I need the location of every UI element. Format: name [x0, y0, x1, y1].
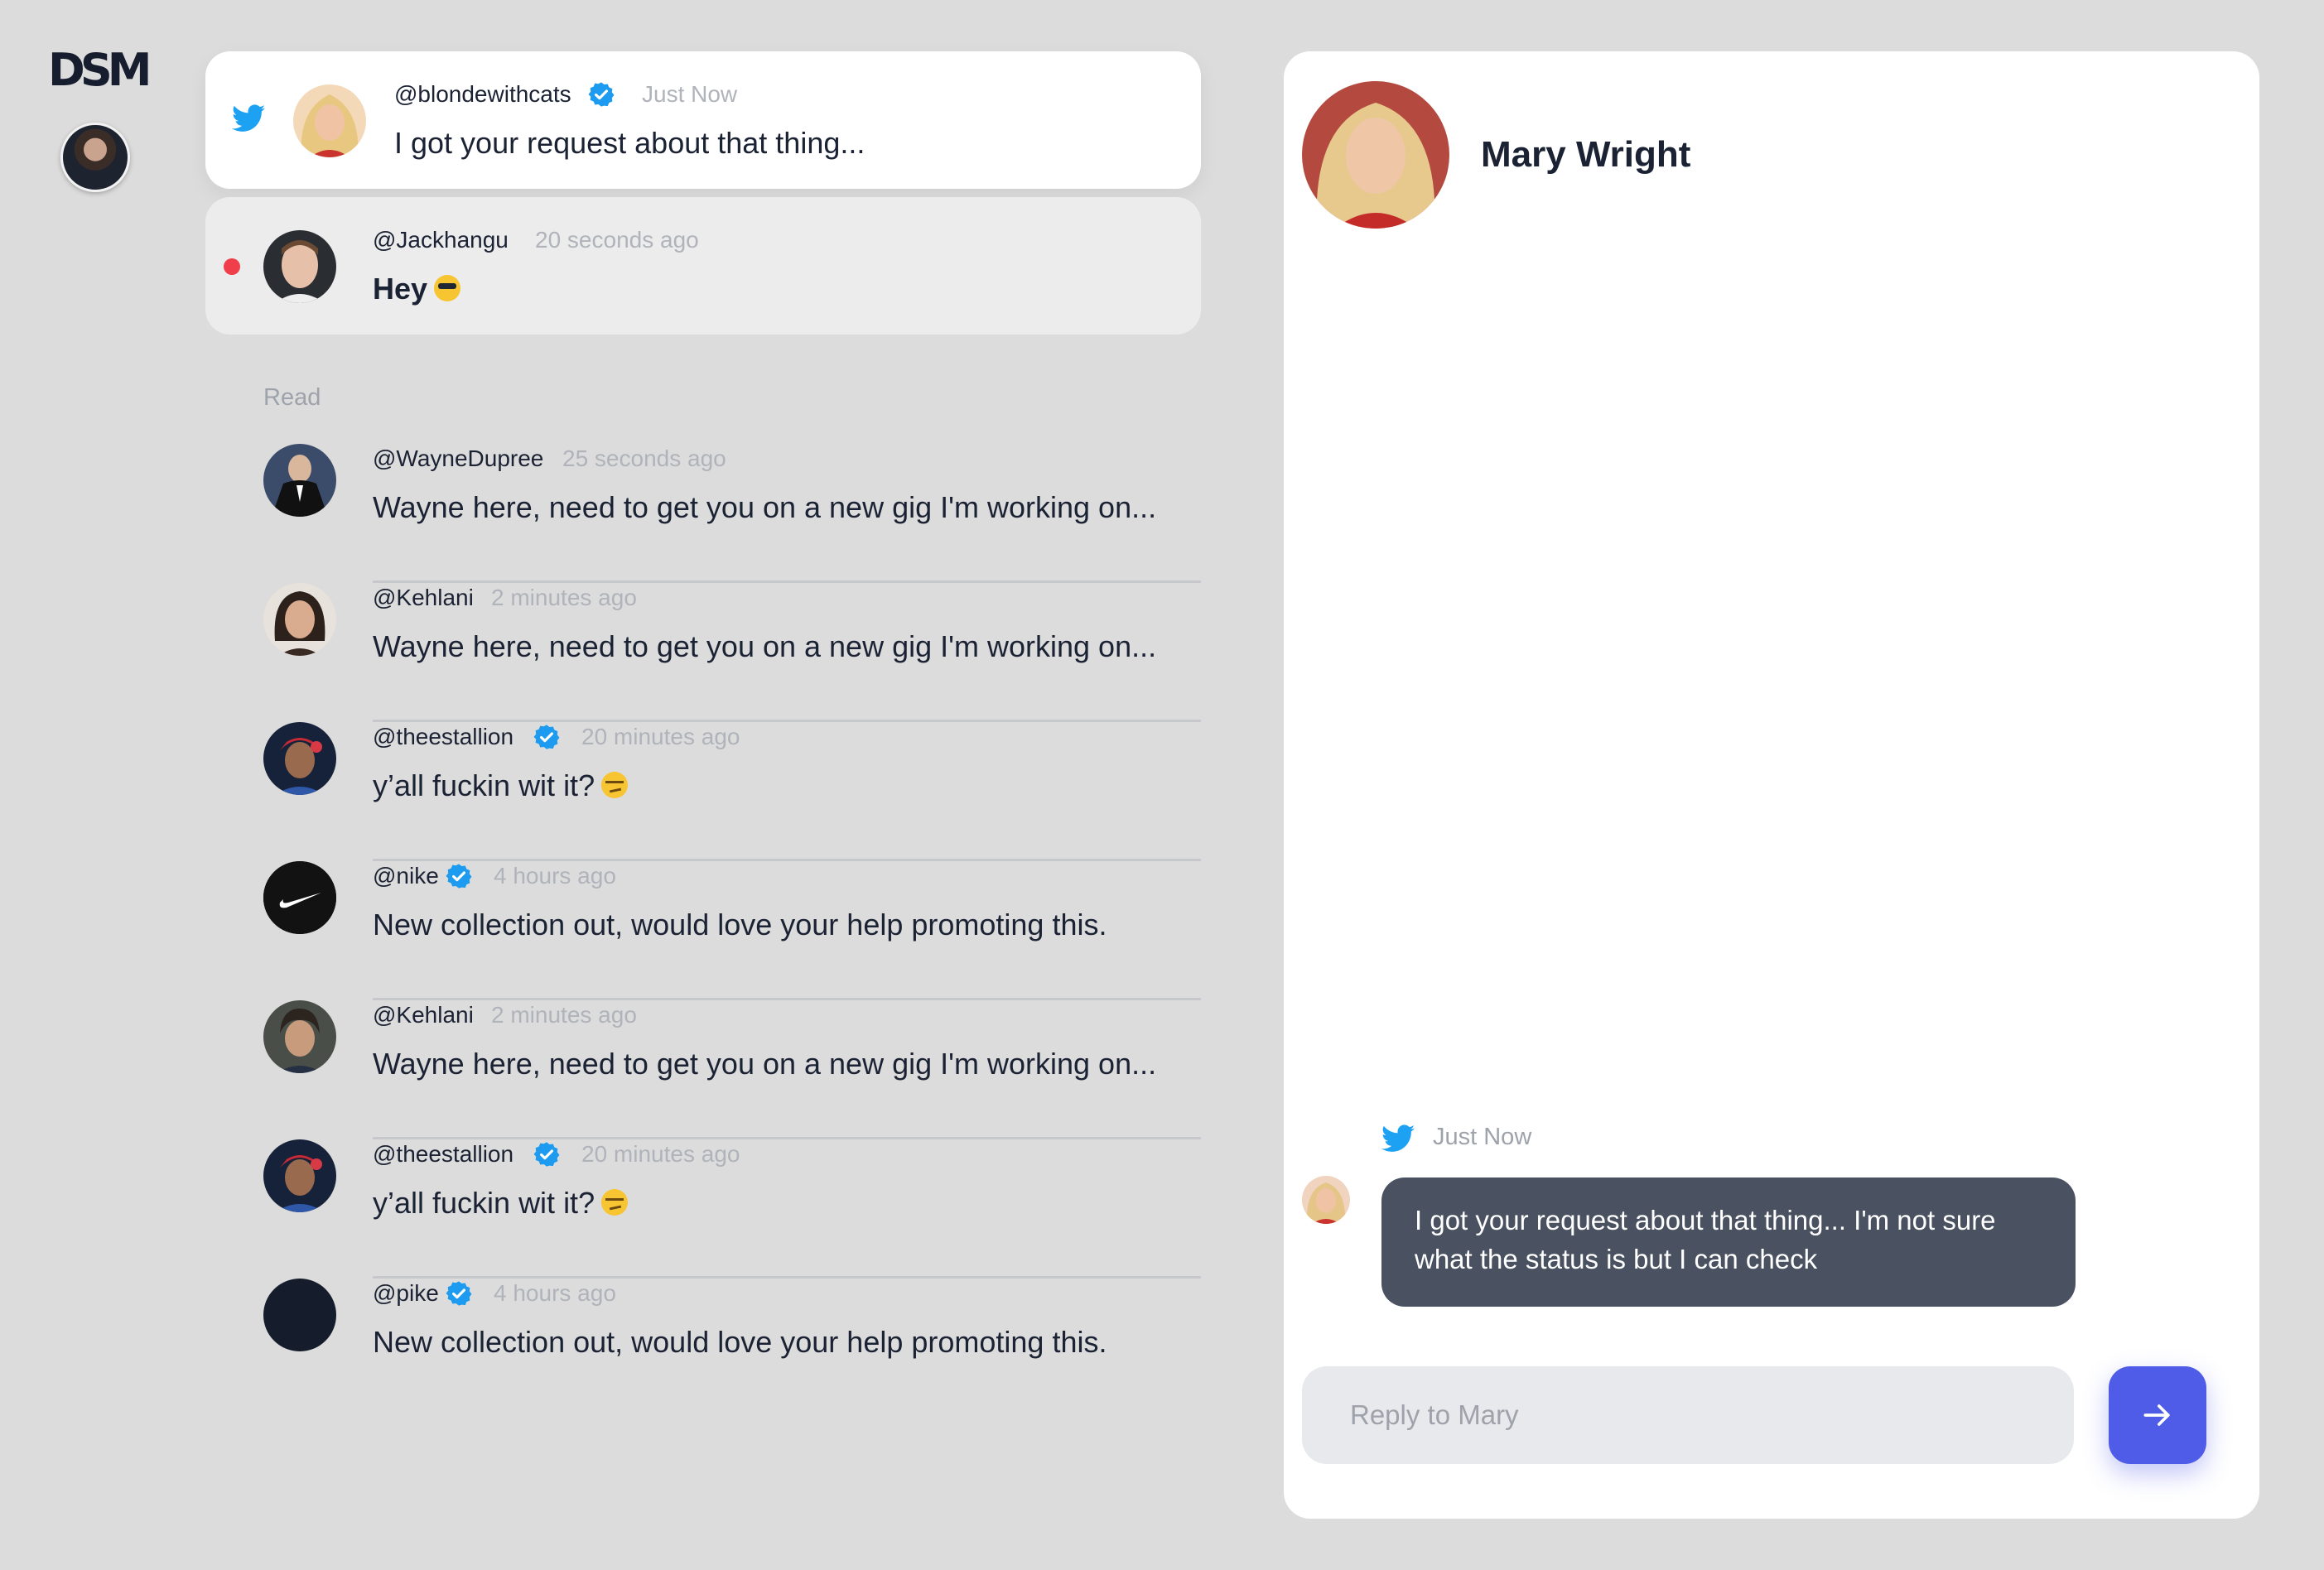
- message-time: 25 seconds ago: [562, 445, 726, 471]
- verified-badge-icon: [446, 1281, 472, 1306]
- unread-indicator: [224, 258, 240, 275]
- message-time: 20 seconds ago: [535, 227, 699, 253]
- message-preview: Wayne here, need to get you on a new gig…: [373, 490, 1157, 524]
- app-logo[interactable]: DSM: [48, 48, 152, 93]
- sunglasses-emoji-icon: [434, 275, 461, 301]
- smirk-emoji-icon: [601, 772, 629, 798]
- message-preview-line: Hey: [373, 272, 461, 306]
- message-preview: Wayne here, need to get you on a new gig…: [373, 1047, 1157, 1081]
- verified-badge-icon: [588, 82, 615, 107]
- left-rail: DSM: [0, 0, 190, 1570]
- avatar: [263, 583, 336, 656]
- avatar: [263, 444, 336, 517]
- conversation-item[interactable]: @pike 4 hours ago New collection out, wo…: [205, 1279, 1201, 1418]
- message-time: Just Now: [642, 81, 738, 107]
- avatar: [263, 722, 336, 795]
- avatar: [263, 1000, 336, 1073]
- message-bubble: I got your request about that thing... I…: [1381, 1178, 2076, 1307]
- message-preview: New collection out, would love your help…: [373, 1325, 1107, 1359]
- smirk-emoji-icon: [601, 1189, 629, 1216]
- sender-handle: @Kehlani: [373, 585, 474, 610]
- message-preview-line: y’all fuckin wit it?: [373, 768, 629, 803]
- reply-input[interactable]: [1302, 1366, 2074, 1464]
- avatar: [263, 1279, 336, 1351]
- verified-badge-icon: [533, 725, 560, 749]
- sender-handle: @pike: [373, 1280, 439, 1306]
- conversation-item[interactable]: @Kehlani 2 minutes ago Wayne here, need …: [205, 583, 1201, 722]
- message-time: 4 hours ago: [494, 863, 616, 889]
- conversation-panel: Mary Wright Just Now I got your request …: [1284, 51, 2259, 1519]
- avatar: [263, 861, 336, 934]
- message-avatar: [1302, 1176, 1350, 1224]
- message-preview: Hey: [373, 272, 428, 306]
- conversation-item[interactable]: @theestallion 20 minutes ago y’all fucki…: [205, 722, 1201, 861]
- conversation-item[interactable]: @nike 4 hours ago New collection out, wo…: [205, 861, 1201, 1000]
- sender-handle: @blondewithcats: [394, 81, 571, 107]
- message-time: 4 hours ago: [494, 1280, 616, 1306]
- conversation-item[interactable]: @WayneDupree 25 seconds ago Wayne here, …: [205, 444, 1201, 583]
- message-preview-line: y’all fuckin wit it?: [373, 1186, 629, 1221]
- contact-name: Mary Wright: [1481, 134, 1691, 175]
- avatar: [263, 230, 336, 303]
- avatar: [263, 1139, 336, 1212]
- verified-badge-icon: [446, 864, 472, 889]
- message-preview: New collection out, would love your help…: [373, 908, 1107, 942]
- conversation-item-unread[interactable]: @Jackhangu 20 seconds ago Hey: [205, 197, 1201, 335]
- conversation-item[interactable]: @Kehlani 2 minutes ago Wayne here, need …: [205, 1000, 1201, 1139]
- verified-badge-icon: [533, 1142, 560, 1167]
- twitter-icon: [1381, 1125, 1415, 1152]
- user-avatar[interactable]: [60, 123, 130, 192]
- message-preview: Wayne here, need to get you on a new gig…: [373, 629, 1157, 663]
- message-time: Just Now: [1433, 1124, 1532, 1150]
- message-time: 2 minutes ago: [491, 585, 637, 610]
- message-time: 20 minutes ago: [581, 1141, 740, 1167]
- sender-handle: @theestallion: [373, 1141, 514, 1167]
- conversation-item[interactable]: @theestallion 20 minutes ago y’all fucki…: [205, 1139, 1201, 1279]
- message-preview: y’all fuckin wit it?: [373, 768, 595, 802]
- nike-swoosh-icon: [263, 861, 336, 934]
- sender-handle: @WayneDupree: [373, 445, 544, 471]
- sender-handle: @nike: [373, 863, 439, 889]
- message-time: 20 minutes ago: [581, 724, 740, 749]
- avatar: [293, 84, 366, 157]
- sender-handle: @Jackhangu: [373, 227, 509, 253]
- sender-handle: @Kehlani: [373, 1002, 474, 1028]
- send-button[interactable]: [2109, 1366, 2206, 1464]
- contact-avatar[interactable]: [1302, 81, 1449, 229]
- twitter-icon: [232, 104, 265, 132]
- message-time: 2 minutes ago: [491, 1002, 637, 1028]
- sender-handle: @theestallion: [373, 724, 514, 749]
- message-preview: y’all fuckin wit it?: [373, 1186, 595, 1220]
- conversation-item-active[interactable]: @blondewithcats Just Now I got your requ…: [205, 51, 1201, 189]
- section-label-read: Read: [263, 384, 321, 411]
- message-preview: I got your request about that thing...: [394, 126, 865, 160]
- arrow-right-icon: [2143, 1404, 2170, 1426]
